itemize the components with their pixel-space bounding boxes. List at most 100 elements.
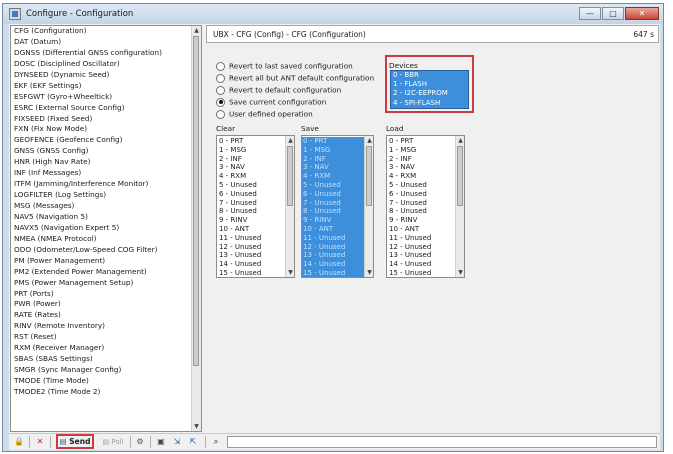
scroll-down-icon[interactable]: ▼ bbox=[192, 422, 201, 431]
radio-option[interactable]: Revert all but ANT default configuration bbox=[216, 73, 374, 83]
message-list-item[interactable]: PWR (Power) bbox=[13, 299, 191, 310]
section-item[interactable]: 7 - Unused bbox=[388, 199, 431, 208]
command-input[interactable] bbox=[227, 436, 657, 448]
device-item[interactable]: 1 - FLASH bbox=[391, 80, 468, 89]
import-icon[interactable]: ⇱ bbox=[187, 436, 199, 448]
radio-icon[interactable] bbox=[216, 73, 225, 83]
save-list-scrollbar[interactable]: ▲ ▼ bbox=[364, 136, 373, 277]
section-item[interactable]: 6 - Unused bbox=[388, 190, 431, 199]
message-list-item[interactable]: TMODE (Time Mode) bbox=[13, 376, 191, 387]
section-item[interactable]: 4 - RXM bbox=[388, 172, 431, 181]
message-list-item[interactable]: MSG (Messages) bbox=[13, 201, 191, 212]
clear-list[interactable]: 0 - PRT 1 - MSG 2 - INF 3 - NAV 4 - RXM 5 - U… bbox=[216, 135, 295, 278]
section-item[interactable]: 10 - ANT bbox=[218, 225, 261, 234]
lock-icon[interactable]: 🔒 bbox=[13, 436, 25, 448]
section-item[interactable]: 3 - NAV bbox=[218, 163, 261, 172]
section-item[interactable]: 10 - ANT bbox=[388, 225, 431, 234]
message-list-item[interactable]: RINV (Remote Inventory) bbox=[13, 321, 191, 332]
scroll-up-icon[interactable]: ▲ bbox=[192, 26, 201, 35]
scroll-thumb[interactable] bbox=[287, 146, 293, 206]
message-list-item[interactable]: DAT (Datum) bbox=[13, 37, 191, 48]
section-item[interactable]: 8 - Unused bbox=[388, 207, 431, 216]
message-list-item[interactable]: FIXSEED (Fixed Seed) bbox=[13, 114, 191, 125]
section-item[interactable]: 2 - INF bbox=[218, 155, 261, 164]
message-list-item[interactable]: RST (Reset) bbox=[13, 332, 191, 343]
delete-icon[interactable]: ✕ bbox=[34, 436, 46, 448]
section-item[interactable]: 13 - Unused bbox=[302, 251, 364, 260]
message-list-scrollbar[interactable]: ▲ ▼ bbox=[191, 26, 201, 431]
binoculars-icon[interactable]: ⌕ bbox=[210, 436, 222, 448]
section-item[interactable]: 1 - MSG bbox=[388, 146, 431, 155]
message-list-item[interactable]: PRT (Ports) bbox=[13, 289, 191, 300]
message-list-item[interactable]: DGNSS (Differential GNSS configuration) bbox=[13, 48, 191, 59]
scroll-down-icon[interactable]: ▼ bbox=[365, 268, 373, 277]
section-item[interactable]: 9 - RINV bbox=[218, 216, 261, 225]
section-item[interactable]: 7 - Unused bbox=[302, 199, 364, 208]
section-item[interactable]: 12 - Unused bbox=[218, 243, 261, 252]
radio-icon[interactable] bbox=[216, 97, 225, 107]
scroll-down-icon[interactable]: ▼ bbox=[456, 268, 464, 277]
section-item[interactable]: 8 - Unused bbox=[218, 207, 261, 216]
message-list-item[interactable]: HNR (High Nav Rate) bbox=[13, 157, 191, 168]
message-list-item[interactable]: SBAS (SBAS Settings) bbox=[13, 354, 191, 365]
message-list-item[interactable]: NMEA (NMEA Protocol) bbox=[13, 234, 191, 245]
device-item[interactable]: 0 - BBR bbox=[391, 71, 468, 80]
message-list-item[interactable]: DYNSEED (Dynamic Seed) bbox=[13, 70, 191, 81]
section-item[interactable]: 9 - RINV bbox=[302, 216, 364, 225]
minimize-button[interactable]: — bbox=[579, 7, 601, 20]
section-item[interactable]: 9 - RINV bbox=[388, 216, 431, 225]
radio-option[interactable]: Revert to last saved configuration bbox=[216, 61, 353, 71]
message-list-item[interactable]: GNSS (GNSS Config) bbox=[13, 146, 191, 157]
section-item[interactable]: 15 - Unused bbox=[388, 269, 431, 277]
message-list-item[interactable]: EKF (EKF Settings) bbox=[13, 81, 191, 92]
radio-icon[interactable] bbox=[216, 109, 225, 119]
section-item[interactable]: 14 - Unused bbox=[218, 260, 261, 269]
poll-button[interactable]: ▤ Poll bbox=[99, 436, 127, 448]
message-list-item[interactable]: ODO (Odometer/Low-Speed COG Filter) bbox=[13, 245, 191, 256]
scroll-up-icon[interactable]: ▲ bbox=[286, 136, 294, 145]
section-item[interactable]: 1 - MSG bbox=[218, 146, 261, 155]
export-icon[interactable]: ⇲ bbox=[171, 436, 183, 448]
section-item[interactable]: 5 - Unused bbox=[388, 181, 431, 190]
section-item[interactable]: 3 - NAV bbox=[302, 163, 364, 172]
load-list-scrollbar[interactable]: ▲ ▼ bbox=[455, 136, 464, 277]
section-item[interactable]: 13 - Unused bbox=[218, 251, 261, 260]
section-item[interactable]: 11 - Unused bbox=[388, 234, 431, 243]
section-item[interactable]: 11 - Unused bbox=[302, 234, 364, 243]
scroll-thumb[interactable] bbox=[457, 146, 463, 206]
section-item[interactable]: 2 - INF bbox=[388, 155, 431, 164]
section-item[interactable]: 0 - PRT bbox=[218, 137, 261, 146]
section-item[interactable]: 13 - Unused bbox=[388, 251, 431, 260]
section-item[interactable]: 14 - Unused bbox=[388, 260, 431, 269]
radio-option[interactable]: Save current configuration bbox=[216, 97, 326, 107]
tools-icon[interactable]: ⚙ bbox=[134, 436, 146, 448]
message-list-item[interactable]: ITFM (Jamming/Interference Monitor) bbox=[13, 179, 191, 190]
send-button[interactable]: ▤ Send bbox=[56, 434, 94, 449]
message-list-item[interactable]: RATE (Rates) bbox=[13, 310, 191, 321]
section-item[interactable]: 12 - Unused bbox=[302, 243, 364, 252]
message-list-item[interactable]: TMODE2 (Time Mode 2) bbox=[13, 387, 191, 398]
section-item[interactable]: 5 - Unused bbox=[218, 181, 261, 190]
message-list-item[interactable]: ESFGWT (Gyro+Wheeltick) bbox=[13, 92, 191, 103]
message-list-item[interactable]: PM (Power Management) bbox=[13, 256, 191, 267]
section-item[interactable]: 11 - Unused bbox=[218, 234, 261, 243]
message-list-item[interactable]: RXM (Receiver Manager) bbox=[13, 343, 191, 354]
message-list-item[interactable]: INF (Inf Messages) bbox=[13, 168, 191, 179]
message-list-item[interactable]: DOSC (Disciplined Oscillator) bbox=[13, 59, 191, 70]
maximize-button[interactable]: □ bbox=[602, 7, 624, 20]
scroll-down-icon[interactable]: ▼ bbox=[286, 268, 294, 277]
section-item[interactable]: 15 - Unused bbox=[218, 269, 261, 277]
load-list[interactable]: 0 - PRT 1 - MSG 2 - INF 3 - NAV 4 - RXM 5 - U… bbox=[386, 135, 465, 278]
section-item[interactable]: 6 - Unused bbox=[302, 190, 364, 199]
radio-option[interactable]: User defined operation bbox=[216, 109, 313, 119]
device-item[interactable]: 4 - SPI-FLASH bbox=[391, 99, 468, 108]
message-list-item[interactable]: PM2 (Extended Power Management) bbox=[13, 267, 191, 278]
section-item[interactable]: 15 - Unused bbox=[302, 269, 364, 277]
section-item[interactable]: 0 - PRT bbox=[388, 137, 431, 146]
message-list-item[interactable]: NAV5 (Navigation 5) bbox=[13, 212, 191, 223]
section-item[interactable]: 10 - ANT bbox=[302, 225, 364, 234]
message-list-item[interactable]: SMGR (Sync Manager Config) bbox=[13, 365, 191, 376]
radio-icon[interactable] bbox=[216, 85, 225, 95]
scroll-thumb[interactable] bbox=[366, 146, 372, 206]
message-list-item[interactable]: CFG (Configuration) bbox=[13, 26, 191, 37]
